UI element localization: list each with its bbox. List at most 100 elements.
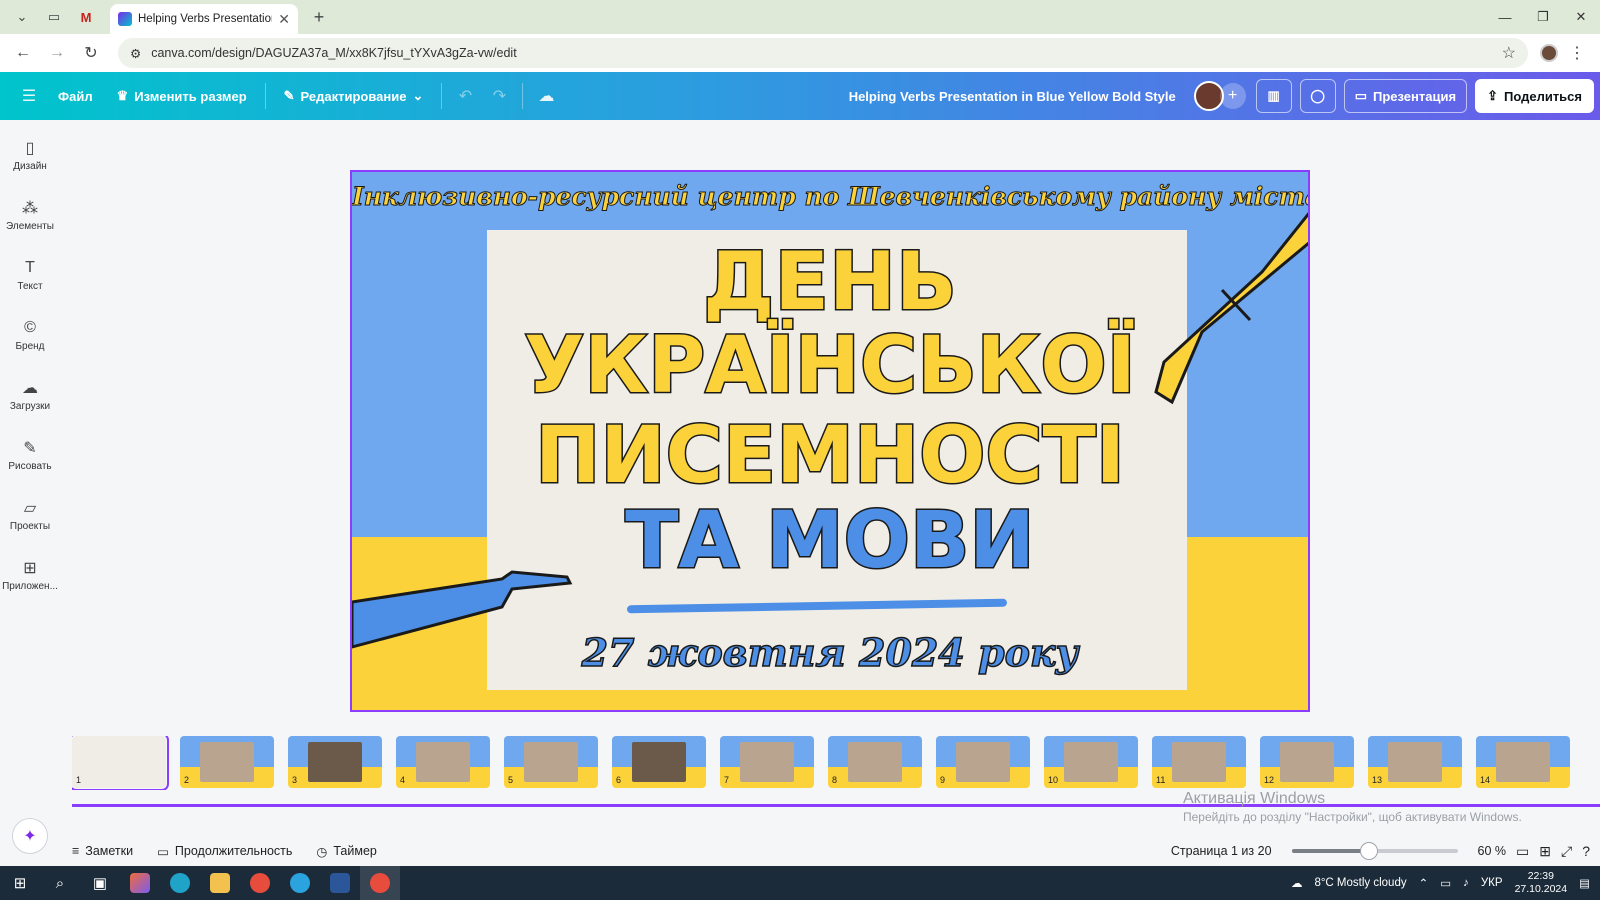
sidebar-item-projects[interactable]: ▱ Проекты — [0, 485, 60, 545]
fullscreen-icon[interactable]: ⤢ — [1561, 843, 1572, 860]
share-label: Поделиться — [1503, 88, 1582, 104]
back-icon[interactable]: ← — [8, 38, 38, 68]
magic-assistant-icon[interactable]: ✦ — [12, 818, 48, 854]
thumbnail-page[interactable]: 12 — [1260, 736, 1354, 788]
profile-avatar[interactable] — [1540, 44, 1558, 62]
cloud-upload-icon: ☁ — [22, 379, 38, 397]
timer-label: Таймер — [333, 844, 377, 858]
thumbnail-page[interactable]: 2 — [180, 736, 274, 788]
zoom-slider-knob[interactable] — [1359, 842, 1378, 860]
sidebar-item-brand[interactable]: © Бренд — [0, 305, 60, 365]
thumbnail-number: 8 — [832, 775, 838, 785]
thumbnail-page[interactable]: 14 — [1476, 736, 1570, 788]
sidebar-item-apps[interactable]: ⊞ Приложен... — [0, 545, 60, 605]
browser-tab-strip: ⌄ ▭ M Helping Verbs Presentation in B ✕ … — [0, 0, 1600, 34]
search-icon[interactable]: ⌕ — [40, 866, 80, 900]
present-label: Презентация — [1373, 88, 1457, 104]
duration-button[interactable]: ▭ Продолжительность — [145, 844, 304, 859]
chevron-down-icon: ⌄ — [412, 88, 424, 103]
network-icon[interactable]: ▭ — [1440, 876, 1451, 890]
thumbnail-page[interactable]: 11 — [1152, 736, 1246, 788]
forward-icon[interactable]: → — [42, 38, 72, 68]
windows-start-icon[interactable]: ⊞ — [0, 866, 40, 900]
clock-date: 27.10.2024 — [1514, 883, 1568, 895]
tab-gmail-icon[interactable]: M — [70, 4, 102, 30]
sidebar-item-design[interactable]: ▯ Дизайн — [0, 125, 60, 185]
help-icon[interactable]: ? — [1582, 843, 1590, 859]
thumbnail-page[interactable]: 10 — [1044, 736, 1138, 788]
site-settings-icon[interactable]: ⚙ — [130, 46, 141, 61]
thumbnail-page[interactable]: 7 — [720, 736, 814, 788]
new-tab-button[interactable]: + — [304, 7, 334, 28]
notes-button[interactable]: ≡ Заметки — [60, 844, 145, 858]
brand-icon: © — [24, 318, 36, 336]
tab-search-chevron-icon[interactable]: ⌄ — [6, 4, 38, 30]
edge-app-icon[interactable] — [160, 866, 200, 900]
thumbnail-page[interactable]: 5 — [504, 736, 598, 788]
word-app-icon[interactable] — [320, 866, 360, 900]
file-explorer-app-icon[interactable] — [200, 866, 240, 900]
add-collaborator-icon[interactable]: + — [1219, 83, 1246, 109]
editing-mode-button[interactable]: ✎ Редактирование ⌄ — [272, 79, 436, 113]
sidebar-item-text[interactable]: T Текст — [0, 245, 60, 305]
tab-title: Helping Verbs Presentation in B — [138, 13, 273, 25]
editing-label: Редактирование — [300, 88, 407, 104]
cloud-saved-icon[interactable]: ☁ — [529, 79, 563, 113]
reload-icon[interactable]: ↻ — [76, 38, 106, 68]
browser-menu-icon[interactable]: ⋮ — [1562, 38, 1592, 68]
bookmark-star-icon[interactable]: ☆ — [1502, 43, 1516, 63]
thumbnail-page[interactable]: 8 — [828, 736, 922, 788]
restore-icon[interactable]: ❐ — [1524, 0, 1562, 34]
design-title[interactable]: Helping Verbs Presentation in Blue Yello… — [849, 89, 1176, 104]
thumbnail-page[interactable]: 9 — [936, 736, 1030, 788]
language-indicator[interactable]: УКР — [1481, 877, 1503, 889]
menu-hamburger-icon[interactable]: ☰ — [12, 79, 46, 113]
thumbnail-number: 11 — [1156, 775, 1166, 785]
sidebar-item-label: Текст — [17, 280, 43, 292]
tray-chevron-icon[interactable]: ⌃ — [1419, 876, 1429, 890]
thumbnail-page[interactable]: 13 — [1368, 736, 1462, 788]
grid-view-icon[interactable]: ⊞ — [1539, 843, 1551, 860]
duration-icon: ▭ — [157, 844, 169, 859]
thumbnail-page[interactable]: 1 — [72, 736, 169, 790]
tab-canva[interactable]: Helping Verbs Presentation in B ✕ — [110, 4, 298, 34]
volume-icon[interactable]: ♪ — [1463, 877, 1469, 889]
zoom-value[interactable]: 60 % — [1478, 844, 1507, 858]
thumbnail-page[interactable]: 3 — [288, 736, 382, 788]
close-window-icon[interactable]: ✕ — [1562, 0, 1600, 34]
url-field[interactable]: ⚙ canva.com/design/DAGUZA37a_M/xx8K7jfsu… — [118, 38, 1528, 68]
undo-icon[interactable]: ↶ — [448, 79, 482, 113]
file-menu-button[interactable]: Файл — [46, 79, 105, 113]
comments-button[interactable]: ◯ — [1299, 79, 1336, 113]
notifications-icon[interactable]: ▤ — [1579, 876, 1590, 890]
sidebar-item-uploads[interactable]: ☁ Загрузки — [0, 365, 60, 425]
chrome-app-icon[interactable] — [240, 866, 280, 900]
zoom-slider[interactable] — [1291, 842, 1458, 860]
page-indicator[interactable]: Страница 1 из 20 — [1171, 844, 1272, 858]
tab-pinned-files-icon[interactable]: ▭ — [38, 4, 70, 30]
sidebar-item-elements[interactable]: ⁂ Элементы — [0, 185, 60, 245]
chrome-active-app-icon[interactable] — [360, 866, 400, 900]
resize-button[interactable]: ♛ Изменить размер — [105, 79, 259, 113]
zoom-slider-fill — [1291, 849, 1369, 853]
minimize-icon[interactable]: — — [1486, 0, 1524, 34]
present-button[interactable]: ▭ Презентация — [1343, 79, 1468, 113]
redo-icon[interactable]: ↷ — [482, 79, 516, 113]
copilot-app-icon[interactable] — [120, 866, 160, 900]
sidebar-item-draw[interactable]: ✎ Рисовать — [0, 425, 60, 485]
thumbnail-page[interactable]: 4 — [396, 736, 490, 788]
tab-close-icon[interactable]: ✕ — [278, 11, 290, 28]
thumbnail-page[interactable]: 6 — [612, 736, 706, 788]
page-view-icon[interactable]: ▭ — [1516, 843, 1529, 860]
watermark-subtitle: Перейдіть до розділу "Настройки", щоб ак… — [1183, 810, 1522, 824]
system-clock[interactable]: 22:39 27.10.2024 — [1515, 870, 1568, 896]
slide-canvas[interactable]: Інклюзивно-ресурсний центр по Шевченківс… — [350, 170, 1310, 712]
weather-text[interactable]: 8°C Mostly cloudy — [1314, 877, 1406, 889]
sidebar-item-label: Бренд — [15, 340, 45, 352]
share-button[interactable]: ⇪ Поделиться — [1475, 79, 1594, 113]
timer-button[interactable]: ◷ Таймер — [304, 844, 388, 859]
telegram-app-icon[interactable] — [280, 866, 320, 900]
insights-button[interactable]: ▥ — [1255, 79, 1292, 113]
task-view-icon[interactable]: ▣ — [80, 866, 120, 900]
notes-icon: ≡ — [72, 844, 80, 858]
